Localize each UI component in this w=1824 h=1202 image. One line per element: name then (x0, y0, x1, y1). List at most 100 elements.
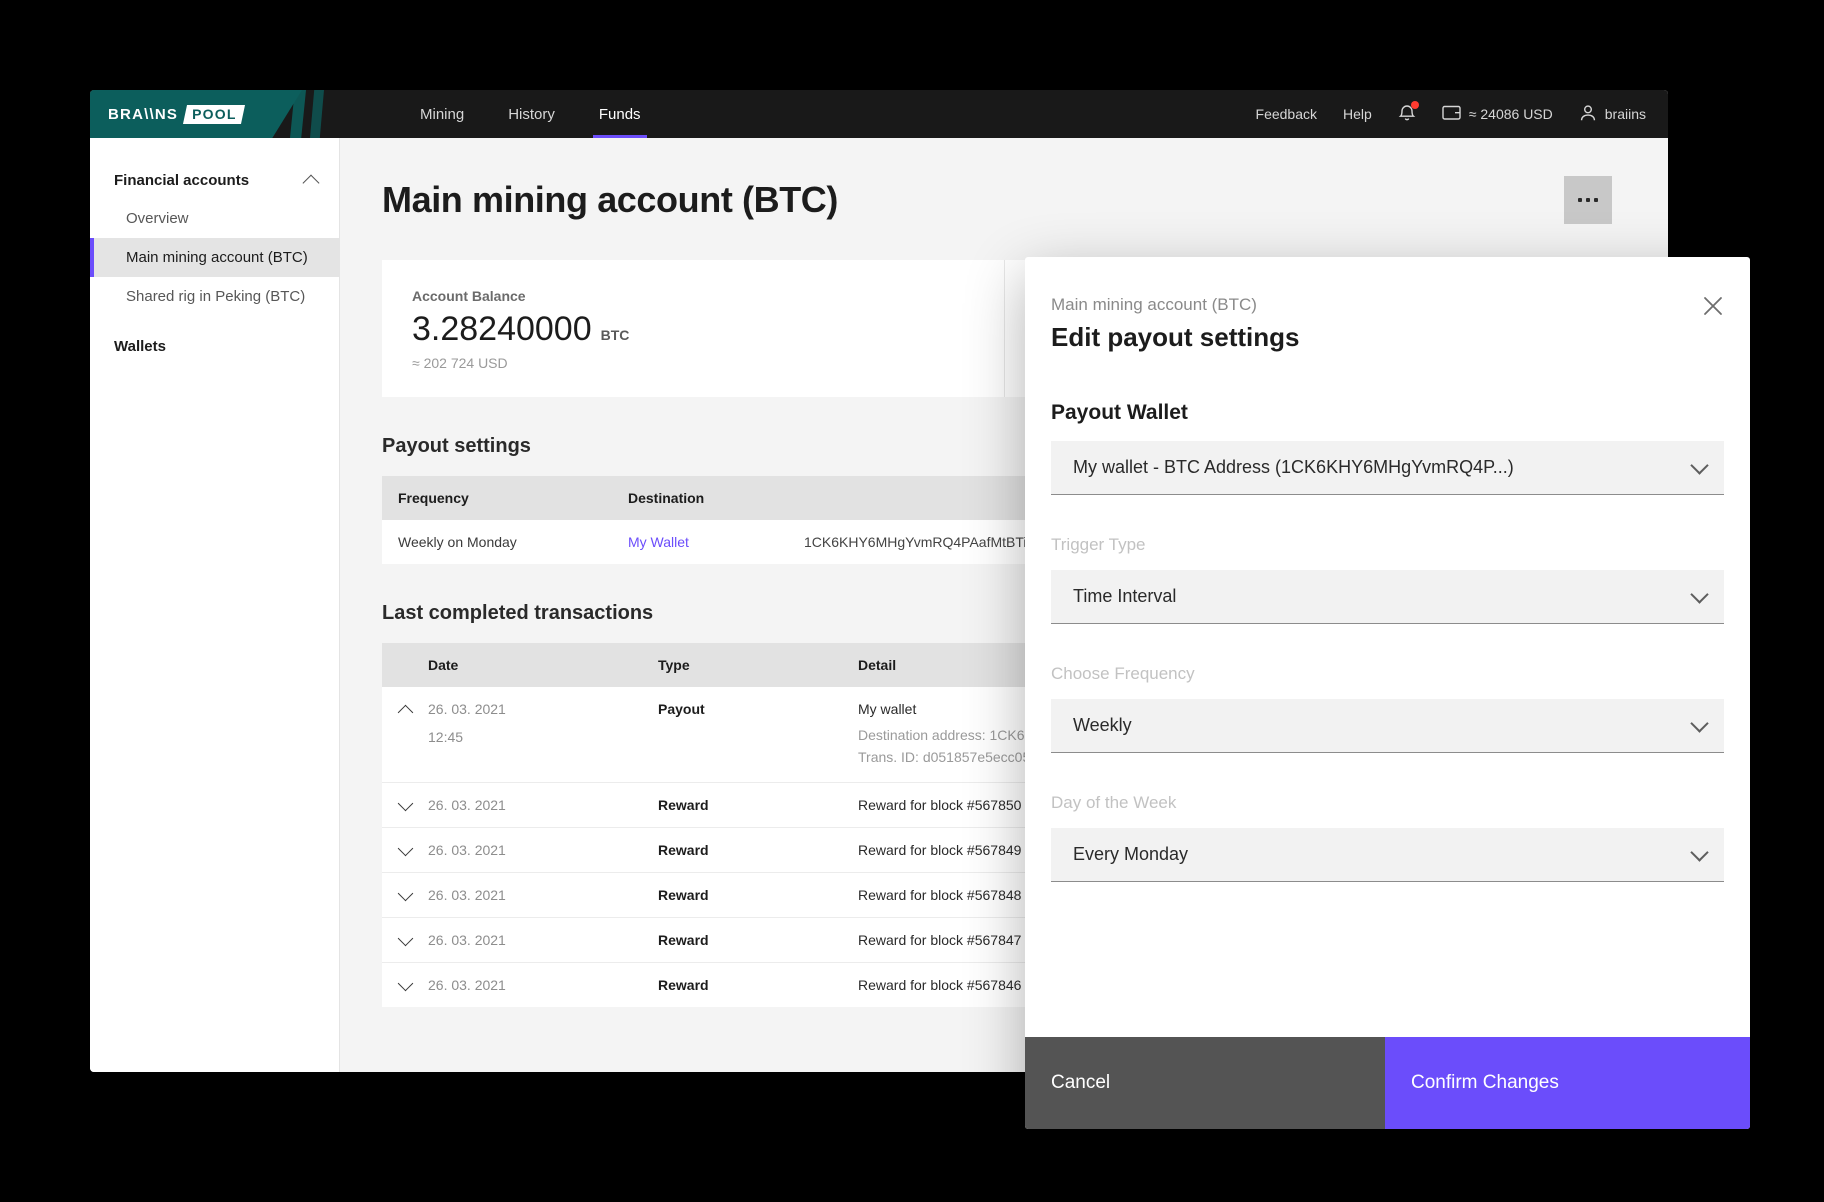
notifications-button[interactable] (1398, 103, 1416, 125)
logo-brand-text: BRA\\NS (108, 106, 178, 123)
chevron-down-icon (397, 840, 413, 856)
logo-pool-text: POOL (192, 106, 236, 122)
row-expand-toggle[interactable] (382, 977, 428, 989)
top-nav-right: Feedback Help (1256, 90, 1668, 138)
payout-wallet-select[interactable]: My wallet - BTC Address (1CK6KHY6MHgYvmR… (1051, 441, 1724, 495)
trigger-type-value: Time Interval (1073, 586, 1693, 607)
modal-eyebrow: Main mining account (BTC) (1051, 295, 1724, 315)
transaction-date-value: 26. 03. 2021 (428, 977, 658, 993)
transaction-type: Reward (658, 887, 858, 903)
nav-item-mining[interactable]: Mining (402, 90, 482, 138)
chevron-down-icon (397, 975, 413, 991)
chevron-up-icon (303, 174, 320, 191)
day-of-week-select[interactable]: Every Monday (1051, 828, 1724, 882)
stat-card-account-balance: Account Balance 3.28240000 BTC ≈ 202 724… (382, 260, 1005, 397)
user-menu-button[interactable]: braiins (1579, 104, 1646, 125)
logo-slash-2 (310, 90, 324, 138)
feedback-link[interactable]: Feedback (1256, 106, 1317, 122)
transaction-time-value: 12:45 (428, 729, 658, 745)
row-expand-toggle[interactable] (382, 887, 428, 899)
sidebar-group-financial-accounts[interactable]: Financial accounts (90, 162, 339, 199)
wallet-balance-button[interactable]: ≈ 24086 USD (1442, 104, 1553, 124)
account-balance-usd: ≈ 202 724 USD (412, 355, 974, 371)
chevron-down-icon (1690, 585, 1708, 603)
nav-item-funds[interactable]: Funds (581, 90, 659, 138)
choose-frequency-label: Choose Frequency (1051, 664, 1724, 684)
transaction-date: 26. 03. 2021 (428, 797, 658, 813)
modal-title: Edit payout settings (1051, 322, 1724, 353)
transaction-type: Reward (658, 842, 858, 858)
transaction-date-value: 26. 03. 2021 (428, 797, 658, 813)
wallet-icon (1442, 104, 1461, 124)
confirm-changes-button[interactable]: Confirm Changes (1385, 1037, 1750, 1129)
row-expand-toggle[interactable] (382, 932, 428, 944)
payout-destination-link[interactable]: My Wallet (628, 534, 804, 550)
transaction-date: 26. 03. 2021 (428, 932, 658, 948)
transaction-date-value: 26. 03. 2021 (428, 701, 658, 717)
payout-frequency-value: Weekly on Monday (382, 534, 628, 550)
col-header-destination: Destination (628, 490, 804, 506)
col-header-frequency: Frequency (382, 490, 628, 506)
modal-actions: Cancel Confirm Changes (1025, 1037, 1750, 1129)
logo-pool-badge: POOL (183, 105, 246, 124)
chevron-down-icon (397, 930, 413, 946)
chevron-up-icon (397, 705, 413, 721)
user-icon (1579, 104, 1597, 125)
close-icon[interactable] (1700, 293, 1726, 319)
more-options-button[interactable] (1564, 176, 1612, 224)
col-header-caret (382, 657, 428, 673)
sidebar-item-main-mining-account[interactable]: Main mining account (BTC) (90, 238, 339, 277)
sidebar-group-wallets[interactable]: Wallets (90, 328, 339, 365)
payout-wallet-value: My wallet - BTC Address (1CK6KHY6MHgYvmR… (1073, 457, 1693, 478)
sidebar-item-shared-rig-peking[interactable]: Shared rig in Peking (BTC) (90, 277, 339, 316)
page-title: Main mining account (BTC) (382, 179, 838, 221)
row-expand-toggle[interactable] (382, 842, 428, 854)
col-header-type: Type (658, 657, 858, 673)
notification-dot (1411, 101, 1419, 109)
trigger-type-label: Trigger Type (1051, 535, 1724, 555)
chevron-down-icon (1690, 843, 1708, 861)
logo-text: BRA\\NS POOL (108, 105, 244, 124)
transaction-date-value: 26. 03. 2021 (428, 932, 658, 948)
chevron-down-icon (1690, 456, 1708, 474)
top-navigation-bar: BRA\\NS POOL Mining History Funds Feedba… (90, 90, 1668, 138)
help-label: Help (1343, 106, 1372, 122)
transaction-type: Payout (658, 701, 858, 717)
account-balance-value: 3.28240000 (412, 310, 592, 349)
username-label: braiins (1605, 106, 1646, 122)
chevron-down-icon (397, 885, 413, 901)
row-expand-toggle[interactable] (382, 701, 428, 718)
cancel-button[interactable]: Cancel (1025, 1037, 1385, 1129)
chevron-down-icon (1690, 714, 1708, 732)
transaction-date: 26. 03. 2021 (428, 977, 658, 993)
day-of-week-value: Every Monday (1073, 844, 1693, 865)
transaction-date: 26. 03. 2021 (428, 842, 658, 858)
transaction-type: Reward (658, 797, 858, 813)
screen-root: BRA\\NS POOL Mining History Funds Feedba… (0, 0, 1824, 1202)
main-nav: Mining History Funds (402, 90, 659, 138)
brand-logo[interactable]: BRA\\NS POOL (90, 90, 340, 138)
trigger-type-select[interactable]: Time Interval (1051, 570, 1724, 624)
transaction-date: 26. 03. 2021 12:45 (428, 701, 658, 745)
modal-body: Main mining account (BTC) Edit payout se… (1025, 257, 1750, 1037)
chevron-down-icon (397, 795, 413, 811)
col-header-date: Date (428, 657, 658, 673)
transaction-type: Reward (658, 932, 858, 948)
page-header: Main mining account (BTC) (340, 138, 1668, 224)
nav-item-history[interactable]: History (490, 90, 573, 138)
dot-3 (1594, 198, 1598, 202)
account-balance-unit: BTC (601, 327, 630, 343)
feedback-label: Feedback (1256, 106, 1317, 122)
dot-2 (1586, 198, 1590, 202)
sidebar-group-label: Financial accounts (114, 172, 249, 189)
transaction-date: 26. 03. 2021 (428, 887, 658, 903)
choose-frequency-select[interactable]: Weekly (1051, 699, 1724, 753)
payout-wallet-heading: Payout Wallet (1051, 401, 1724, 425)
row-expand-toggle[interactable] (382, 797, 428, 809)
edit-payout-settings-modal: Main mining account (BTC) Edit payout se… (1025, 257, 1750, 1129)
sidebar-group-wallets-label: Wallets (114, 338, 166, 355)
dot-1 (1578, 198, 1582, 202)
sidebar-item-overview[interactable]: Overview (90, 199, 339, 238)
account-balance-label: Account Balance (412, 288, 974, 304)
help-link[interactable]: Help (1343, 106, 1372, 122)
